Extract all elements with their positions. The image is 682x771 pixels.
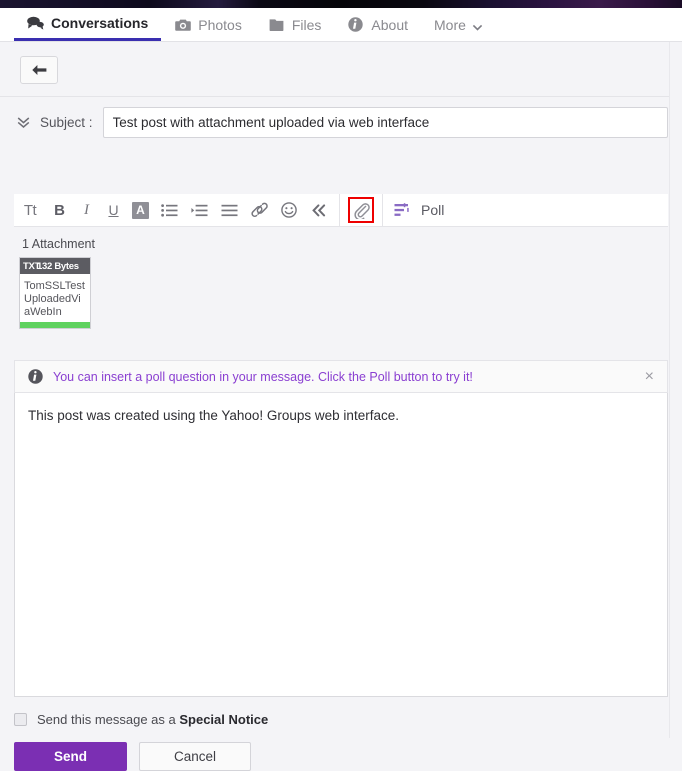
special-notice-row: Send this message as a Special Notice bbox=[14, 712, 268, 727]
tab-conversations[interactable]: Conversations bbox=[14, 8, 162, 41]
font-size-button[interactable]: Tt bbox=[14, 194, 46, 227]
bulleted-list-icon bbox=[160, 203, 177, 217]
special-notice-emphasis: Special Notice bbox=[179, 712, 269, 727]
italic-label: I bbox=[84, 201, 89, 218]
font-size-label: Tt bbox=[23, 201, 37, 219]
info-icon bbox=[28, 369, 43, 384]
message-body-text: This post was created using the Yahoo! G… bbox=[28, 408, 399, 423]
insert-link-button[interactable] bbox=[244, 194, 274, 227]
chevron-down-icon bbox=[472, 20, 483, 31]
tab-photos[interactable]: Photos bbox=[161, 8, 255, 41]
text-color-button[interactable]: A bbox=[127, 194, 154, 227]
toolbar-separator bbox=[339, 193, 340, 227]
attachment-filename: TomSSLTestUploadedViaWebIn bbox=[24, 280, 85, 318]
bold-button[interactable]: B bbox=[46, 194, 73, 227]
attachment-upload-progress bbox=[20, 322, 90, 328]
underline-button[interactable]: U bbox=[100, 194, 127, 227]
attachments-area: 1 Attachment TXT 132 Bytes TomSSLTestUpl… bbox=[14, 227, 668, 329]
poll-button[interactable]: Poll bbox=[388, 194, 453, 227]
attachment-meta: TXT 132 Bytes bbox=[20, 258, 90, 274]
page-right-gutter bbox=[669, 42, 682, 738]
align-button[interactable] bbox=[214, 194, 244, 227]
text-color-label: A bbox=[132, 201, 149, 219]
conversations-icon bbox=[27, 15, 44, 31]
folder-icon bbox=[268, 17, 285, 33]
link-icon bbox=[250, 202, 268, 217]
bulleted-list-button[interactable] bbox=[154, 194, 184, 227]
send-button[interactable]: Send bbox=[14, 742, 127, 771]
special-notice-checkbox[interactable] bbox=[14, 713, 27, 726]
tab-more[interactable]: More bbox=[421, 8, 495, 41]
toolbar-separator bbox=[382, 193, 383, 227]
special-notice-label: Send this message as a Special Notice bbox=[37, 712, 268, 727]
attachment-count-label: 1 Attachment bbox=[22, 237, 95, 251]
message-body-editor[interactable]: This post was created using the Yahoo! G… bbox=[14, 393, 668, 697]
bold-label: B bbox=[54, 201, 65, 219]
tab-label: Files bbox=[291, 16, 322, 33]
paperclip-icon bbox=[353, 202, 370, 219]
close-icon[interactable]: × bbox=[645, 368, 654, 385]
tab-label: About bbox=[371, 16, 408, 33]
underline-label: U bbox=[108, 202, 119, 218]
poll-icon bbox=[394, 203, 409, 216]
collapse-toolbar-button[interactable] bbox=[304, 194, 334, 227]
compose-post-page: Conversations Photos Files About More Su… bbox=[0, 0, 682, 771]
compose-actions: Send Cancel bbox=[14, 742, 251, 771]
compose-sheet: Subject : Tt B I U A bbox=[0, 42, 682, 771]
tab-label: Photos bbox=[198, 16, 242, 33]
emoji-button[interactable] bbox=[274, 194, 304, 227]
attachment-card[interactable]: TXT 132 Bytes TomSSLTestUploadedViaWebIn bbox=[19, 257, 91, 329]
info-icon bbox=[347, 17, 364, 33]
browser-chrome-strip bbox=[0, 0, 682, 8]
tab-list: Conversations Photos Files About More bbox=[0, 8, 682, 42]
subject-label: Subject : bbox=[40, 115, 93, 130]
group-nav-tabbar: Conversations Photos Files About More bbox=[0, 8, 682, 42]
smiley-icon bbox=[281, 202, 297, 218]
chevron-double-down-icon[interactable] bbox=[14, 114, 32, 132]
poll-hint-banner: You can insert a poll question in your m… bbox=[14, 360, 668, 393]
format-toolbar: Tt B I U A Poll bbox=[14, 193, 668, 227]
tab-label: More bbox=[434, 16, 466, 33]
cancel-button[interactable]: Cancel bbox=[139, 742, 251, 771]
indent-icon bbox=[190, 204, 207, 216]
align-left-icon bbox=[221, 204, 237, 216]
tab-label: Conversations bbox=[51, 15, 149, 31]
back-button[interactable] bbox=[20, 56, 58, 84]
arrow-left-icon bbox=[31, 65, 46, 75]
composer: Subject : Tt B I U A bbox=[0, 97, 682, 771]
indent-button[interactable] bbox=[184, 194, 214, 227]
tab-files[interactable]: Files bbox=[255, 8, 335, 41]
attachment-size: 132 Bytes bbox=[37, 260, 79, 272]
subject-row: Subject : bbox=[0, 100, 682, 145]
camera-icon bbox=[174, 17, 191, 33]
attach-file-button[interactable] bbox=[348, 197, 374, 223]
tab-about[interactable]: About bbox=[334, 8, 421, 41]
poll-label: Poll bbox=[421, 202, 445, 218]
compose-toolbar-row bbox=[0, 42, 682, 97]
italic-button[interactable]: I bbox=[73, 194, 100, 227]
subject-input[interactable] bbox=[102, 107, 668, 138]
special-notice-prefix: Send this message as a bbox=[37, 712, 180, 727]
banner-text: You can insert a poll question in your m… bbox=[53, 369, 473, 384]
chevron-double-left-icon bbox=[312, 203, 326, 216]
